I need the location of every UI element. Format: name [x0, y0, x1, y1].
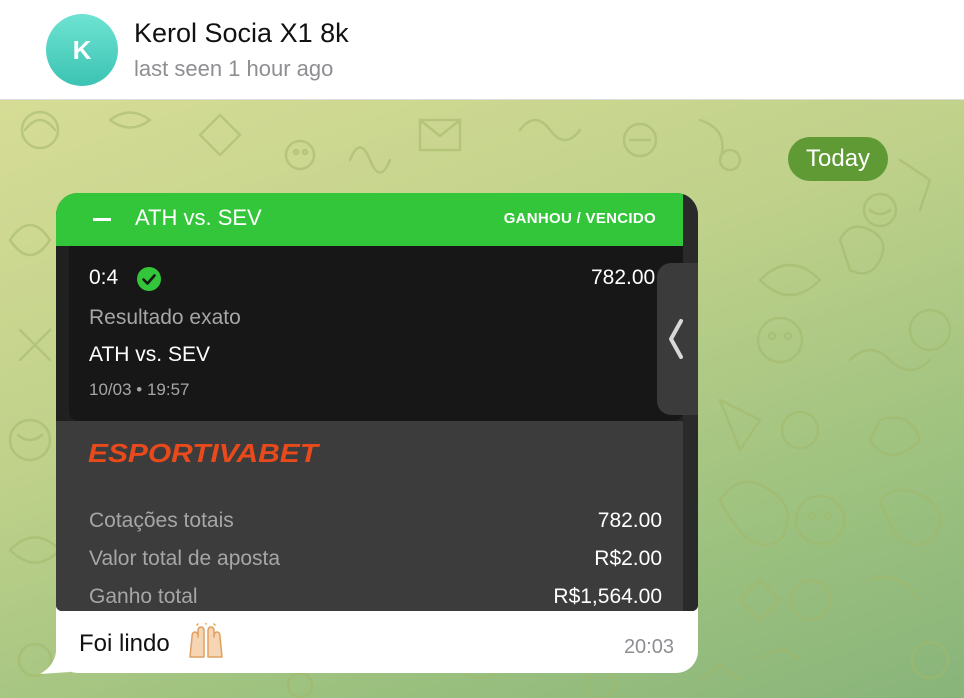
date-separator: Today	[788, 137, 889, 181]
bet-header-match: ATH vs. SEV	[135, 205, 262, 230]
check-circle-icon	[137, 267, 161, 291]
stake-value: R$2.00	[594, 547, 662, 570]
bet-summary: ESPORTIVABET Cotações totais 782.00 Valo…	[56, 421, 683, 611]
match-name: ATH vs. SEV	[89, 343, 210, 366]
total-win-value: R$1,564.00	[553, 585, 662, 608]
total-win-label: Ganho total	[89, 585, 198, 608]
minus-icon	[93, 218, 111, 221]
total-odds-value: 782.00	[597, 509, 662, 532]
message-bubble[interactable]: ATH vs. SEV GANHOU / VENCIDO 0:4 782.00 …	[56, 193, 698, 673]
contact-status: last seen 1 hour ago	[134, 56, 334, 81]
message-caption: Foi lindo	[79, 630, 170, 657]
message-time: 20:03	[623, 636, 674, 658]
chat-header: K Kerol Socia X1 8k last seen 1 hour ago	[0, 0, 964, 100]
esportivabet-logo: ESPORTIVABET	[88, 439, 320, 467]
chevron-left-icon	[669, 319, 683, 359]
chat-background: Today ATH vs. SEV GANHOU / VENCIDO 0:4 7…	[0, 100, 964, 698]
score: 0:4	[89, 266, 119, 289]
market-label: Resultado exato	[89, 306, 241, 329]
bet-header-bar: ATH vs. SEV GANHOU / VENCIDO	[56, 193, 683, 246]
avatar[interactable]: K	[46, 14, 118, 86]
contact-name[interactable]: Kerol Socia X1 8k	[134, 18, 349, 49]
bet-slip-image[interactable]: ATH vs. SEV GANHOU / VENCIDO 0:4 782.00 …	[56, 193, 698, 611]
raising-hands-icon	[189, 623, 223, 658]
total-odds-label: Cotações totais	[89, 509, 234, 532]
svg-text:ESPORTIVABET: ESPORTIVABET	[88, 439, 320, 467]
result-badge: GANHOU / VENCIDO	[503, 210, 656, 227]
side-panel-handle[interactable]	[657, 263, 698, 415]
stake-label: Valor total de aposta	[89, 547, 281, 570]
match-datetime: 10/03 • 19:57	[89, 380, 190, 399]
pick-card: 0:4 782.00 Resultado exato ATH vs. SEV 1…	[69, 246, 683, 421]
